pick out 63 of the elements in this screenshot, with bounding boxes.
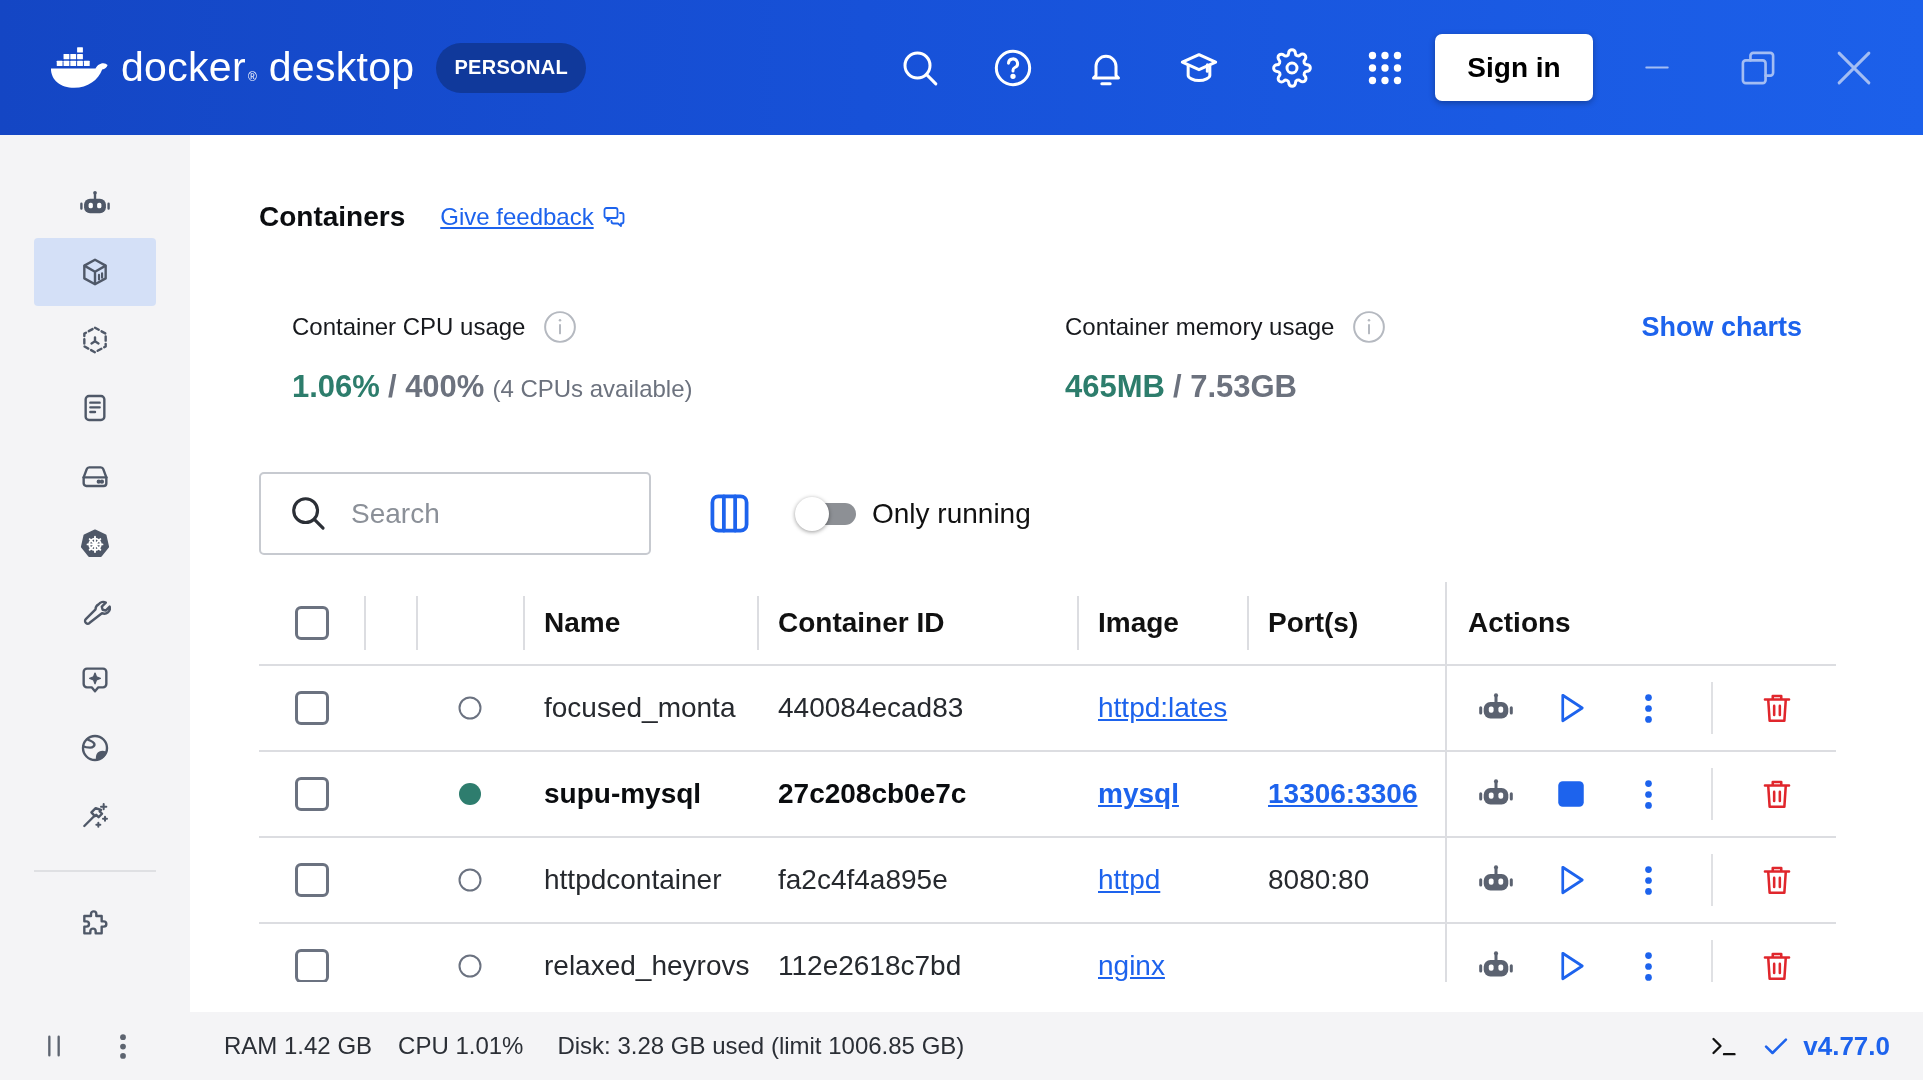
sidebar-item[interactable]	[34, 238, 156, 306]
helm-wheel-icon	[79, 528, 111, 560]
column-header[interactable]: Actions	[1468, 607, 1571, 639]
image-link[interactable]: nginx	[1098, 950, 1165, 982]
usage-value: 465MB	[1065, 369, 1165, 405]
feedback-link[interactable]: Give feedback	[440, 203, 626, 231]
usage-note: (4 CPUs available)	[492, 374, 693, 404]
help-icon	[993, 47, 1033, 88]
column-header[interactable]: Container ID	[778, 607, 945, 639]
usage-label: Container CPU usage	[292, 313, 526, 341]
column-header[interactable]: Image	[1098, 607, 1179, 639]
disk-usage: Disk: 3.28 GB used (limit 1006.85 GB)	[557, 1032, 965, 1060]
search-field[interactable]: Search	[259, 472, 651, 555]
globe-icon	[79, 732, 111, 764]
port-text: 8080:80	[1268, 864, 1370, 896]
ram-usage: RAM 1.42 GB	[224, 1032, 373, 1060]
image-link[interactable]: mysql	[1098, 778, 1179, 810]
container-name[interactable]: focused_monta	[544, 692, 736, 724]
image-link[interactable]: httpd:lates	[1098, 692, 1228, 724]
port-link[interactable]: 13306:3306	[1268, 778, 1418, 810]
search-icon	[289, 494, 327, 532]
container-id: 440084ecad83	[778, 692, 964, 724]
container-name[interactable]: supu-mysql	[544, 778, 702, 810]
checkbox[interactable]	[294, 606, 329, 640]
page-title: Containers	[259, 201, 406, 233]
toggle-label: Only running	[872, 497, 1031, 530]
usage-limit: / 400%	[387, 369, 485, 405]
toggle-switch[interactable]	[795, 496, 856, 531]
container-id: 112e2618c7bd	[778, 950, 962, 982]
chat-bubbles-icon	[601, 205, 626, 229]
usage-limit: / 7.53GB	[1172, 369, 1297, 405]
minimize-icon	[1642, 66, 1672, 69]
container-id: fa2c4f4a895e	[778, 864, 948, 896]
container-name[interactable]: relaxed_heyrovs	[544, 950, 750, 982]
logo-text: desktop	[268, 47, 415, 88]
container-name[interactable]: httpdcontainer	[544, 864, 722, 896]
checkbox[interactable]	[294, 777, 329, 811]
show-charts-link[interactable]: Show charts	[1641, 309, 1802, 345]
checkbox[interactable]	[294, 949, 329, 982]
columns-button[interactable]	[708, 493, 751, 534]
columns-icon	[708, 493, 751, 534]
usage-value: 1.06%	[292, 369, 380, 405]
image-link[interactable]: httpd	[1098, 864, 1161, 896]
cpu-usage: CPU 1.01%	[398, 1032, 524, 1060]
vertical-dots-icon	[1644, 865, 1652, 895]
restore-icon	[1741, 50, 1775, 85]
vertical-dots-icon	[1644, 779, 1652, 809]
usage-label: Container memory usage	[1065, 313, 1335, 341]
close-icon	[1837, 50, 1871, 85]
logo-text: docker	[121, 47, 246, 88]
sign-in-button[interactable]: Sign in	[1435, 34, 1593, 101]
column-header[interactable]: Name	[544, 607, 621, 639]
container-id: 27c208cb0e7c	[778, 778, 967, 810]
vertical-dots-icon	[1644, 951, 1652, 981]
kebab-menu-icon[interactable]	[120, 1033, 126, 1059]
column-header[interactable]: Port(s)	[1268, 607, 1359, 639]
checkbox[interactable]	[294, 863, 329, 897]
vertical-dots-icon	[1644, 693, 1652, 723]
version-label: v4.77.0	[1803, 1030, 1890, 1062]
plan-badge: PERSONAL	[436, 42, 586, 93]
checkbox[interactable]	[294, 691, 329, 725]
registered-mark: ®	[247, 70, 257, 84]
gear-icon	[1272, 47, 1312, 88]
